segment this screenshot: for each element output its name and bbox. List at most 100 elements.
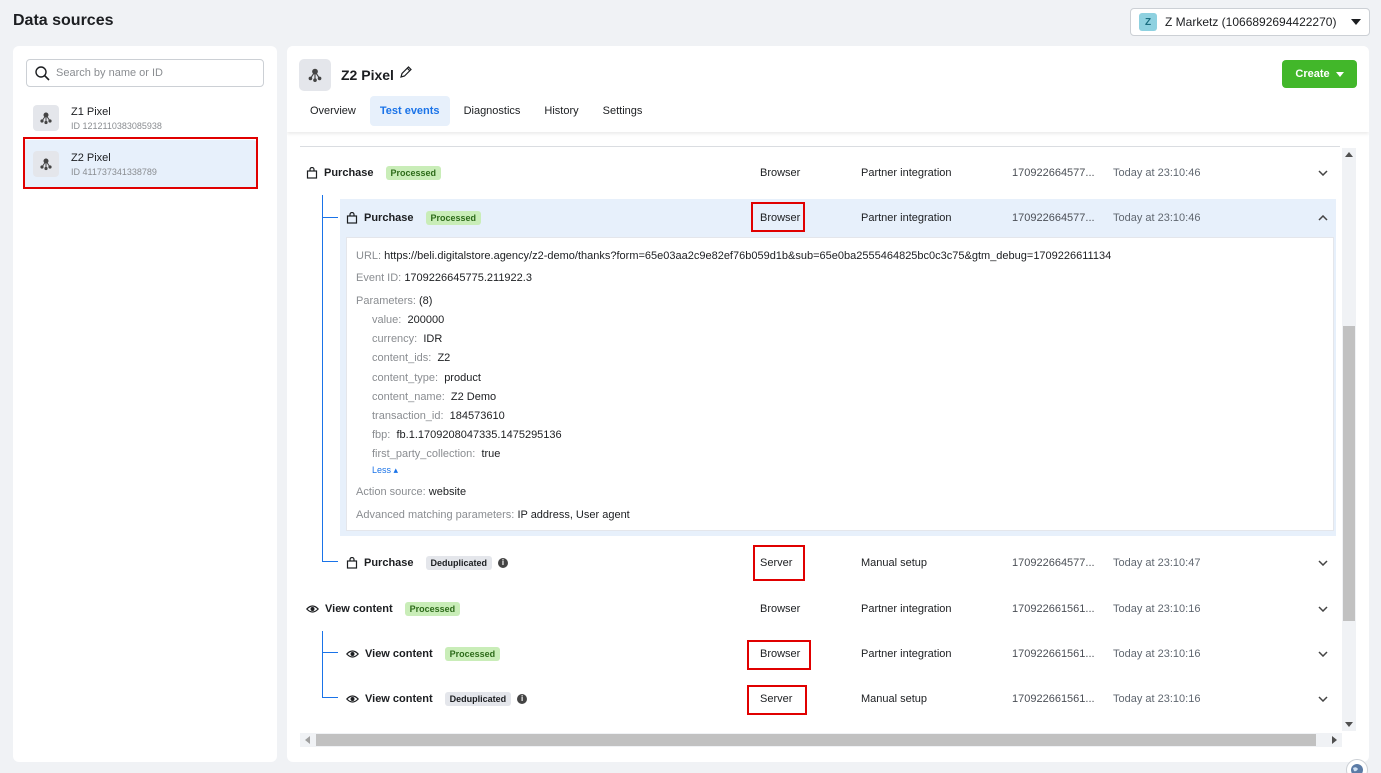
event-time: Today at 23:10:16 (1113, 602, 1201, 615)
info-icon[interactable]: i (517, 693, 528, 704)
event-source: Server (760, 692, 793, 705)
info-icon[interactable]: i (498, 557, 509, 568)
event-method: Manual setup (861, 692, 928, 705)
event-method: Partner integration (861, 647, 952, 660)
chevron-down-icon[interactable] (1318, 631, 1328, 676)
pencil-icon[interactable] (399, 65, 413, 79)
horizontal-scrollbar[interactable] (300, 733, 1342, 747)
status-badge: Processed (404, 601, 461, 616)
param-value: IDR (423, 333, 443, 345)
event-row[interactable]: Purchase Processed Browser Partner integ… (300, 150, 1340, 195)
event-row[interactable]: View content Processed Browser Partner i… (340, 631, 1336, 676)
param-key: transaction_id: (372, 410, 444, 422)
amp-value: IP address, User agent (517, 509, 630, 521)
scroll-up-icon[interactable] (1345, 152, 1353, 157)
scroll-thumb[interactable] (316, 734, 1316, 746)
event-name: View content (365, 647, 433, 660)
source-item-z2-pixel[interactable]: Z2 Pixel ID 411737341338789 (23, 140, 257, 188)
less-link[interactable]: Less ▴ (372, 465, 398, 476)
param-value: Z2 (437, 352, 451, 364)
event-time: Today at 23:10:46 (1113, 211, 1201, 224)
event-id-value: 1709226645775.211922.3 (404, 272, 532, 284)
event-row[interactable]: View content Processed Browser Partner i… (300, 586, 1340, 631)
less-label: Less (372, 465, 392, 475)
search-field[interactable] (26, 59, 264, 87)
event-method: Partner integration (861, 211, 952, 224)
chevron-down-icon (1335, 71, 1344, 77)
event-row-expanded[interactable]: Purchase Processed Browser Partner integ… (340, 195, 1336, 240)
tab-overview[interactable]: Overview (300, 96, 366, 126)
scroll-down-icon[interactable] (1345, 722, 1353, 727)
status-badge: Processed (385, 165, 442, 180)
caret-up-icon: ▴ (393, 465, 399, 475)
eye-icon (346, 649, 359, 658)
param-key: content_name: (372, 391, 445, 403)
params-label: Parameters: (356, 295, 416, 307)
event-id: 170922664577... (1012, 556, 1095, 569)
eye-icon (346, 694, 359, 703)
param-key: fbp: (372, 429, 391, 441)
event-id: 170922661561... (1012, 692, 1095, 705)
chevron-down-icon[interactable] (1318, 150, 1328, 195)
param-key: first_party_collection: (372, 448, 476, 460)
status-badge: Processed (444, 646, 501, 661)
event-method: Manual setup (861, 556, 928, 569)
param-key: value: (372, 314, 402, 326)
source-id: ID 1212110383085938 (71, 120, 162, 131)
scroll-thumb[interactable] (1343, 326, 1355, 621)
search-icon (35, 65, 50, 81)
status-badge: Processed (425, 210, 482, 225)
tab-test-events[interactable]: Test events (369, 96, 450, 126)
action-source-label: Action source: (356, 486, 426, 498)
event-name: Purchase (364, 556, 414, 569)
tab-settings[interactable]: Settings (593, 96, 653, 126)
scroll-left-icon[interactable] (305, 736, 310, 744)
event-row[interactable]: View content Deduplicated i Server Manua… (340, 676, 1336, 721)
event-row[interactable]: Purchase Deduplicated i Server Manual se… (340, 540, 1336, 585)
params-count: (8) (418, 295, 433, 307)
event-id: 170922664577... (1012, 166, 1095, 179)
account-selector[interactable]: Z Z Marketz (1066892694422270) (1130, 8, 1370, 36)
event-source: Server (760, 556, 793, 569)
search-input[interactable] (56, 67, 246, 79)
chevron-up-icon[interactable] (1318, 195, 1328, 240)
source-item-z1-pixel[interactable]: Z1 Pixel ID 1212110383085938 (23, 94, 257, 142)
pixel-icon (33, 105, 59, 131)
chevron-down-icon[interactable] (1318, 586, 1328, 631)
param-value: 184573610 (449, 410, 505, 422)
tab-diagnostics[interactable]: Diagnostics (454, 96, 531, 126)
url-value: https://beli.digitalstore.agency/z2-demo… (384, 250, 1112, 262)
tree-line (322, 195, 323, 561)
tab-bar: Overview Test events Diagnostics History… (300, 96, 652, 126)
event-source: Browser (760, 166, 801, 179)
shopping-bag-icon (346, 556, 358, 569)
tree-line (322, 697, 338, 698)
chevron-down-icon[interactable] (1318, 540, 1328, 585)
tree-line (322, 561, 338, 562)
param-value: true (481, 448, 501, 460)
action-source-value: website (428, 486, 467, 498)
event-id: 170922661561... (1012, 647, 1095, 660)
param-value: Z2 Demo (450, 391, 497, 403)
account-name: Z Marketz (1066892694422270) (1165, 15, 1337, 29)
create-button[interactable]: Create (1282, 60, 1357, 88)
event-name: View content (365, 692, 433, 705)
url-label: URL: (356, 250, 382, 262)
amp-label: Advanced matching parameters: (356, 509, 515, 521)
page-title: Data sources (13, 12, 114, 29)
param-key: currency: (372, 333, 418, 345)
event-method: Partner integration (861, 602, 952, 615)
tree-line (322, 631, 323, 697)
param-value: product (444, 372, 481, 384)
tree-line (322, 652, 338, 653)
scroll-right-icon[interactable] (1332, 736, 1337, 744)
tree-line (322, 217, 338, 218)
source-name: Z1 Pixel (71, 105, 111, 118)
chevron-down-icon[interactable] (1318, 676, 1328, 721)
vertical-scrollbar[interactable] (1342, 148, 1356, 731)
event-time: Today at 23:10:16 (1113, 692, 1201, 705)
status-badge: Deduplicated (444, 691, 512, 706)
create-label: Create (1295, 68, 1330, 80)
tab-history[interactable]: History (534, 96, 588, 126)
event-source: Browser (760, 647, 801, 660)
